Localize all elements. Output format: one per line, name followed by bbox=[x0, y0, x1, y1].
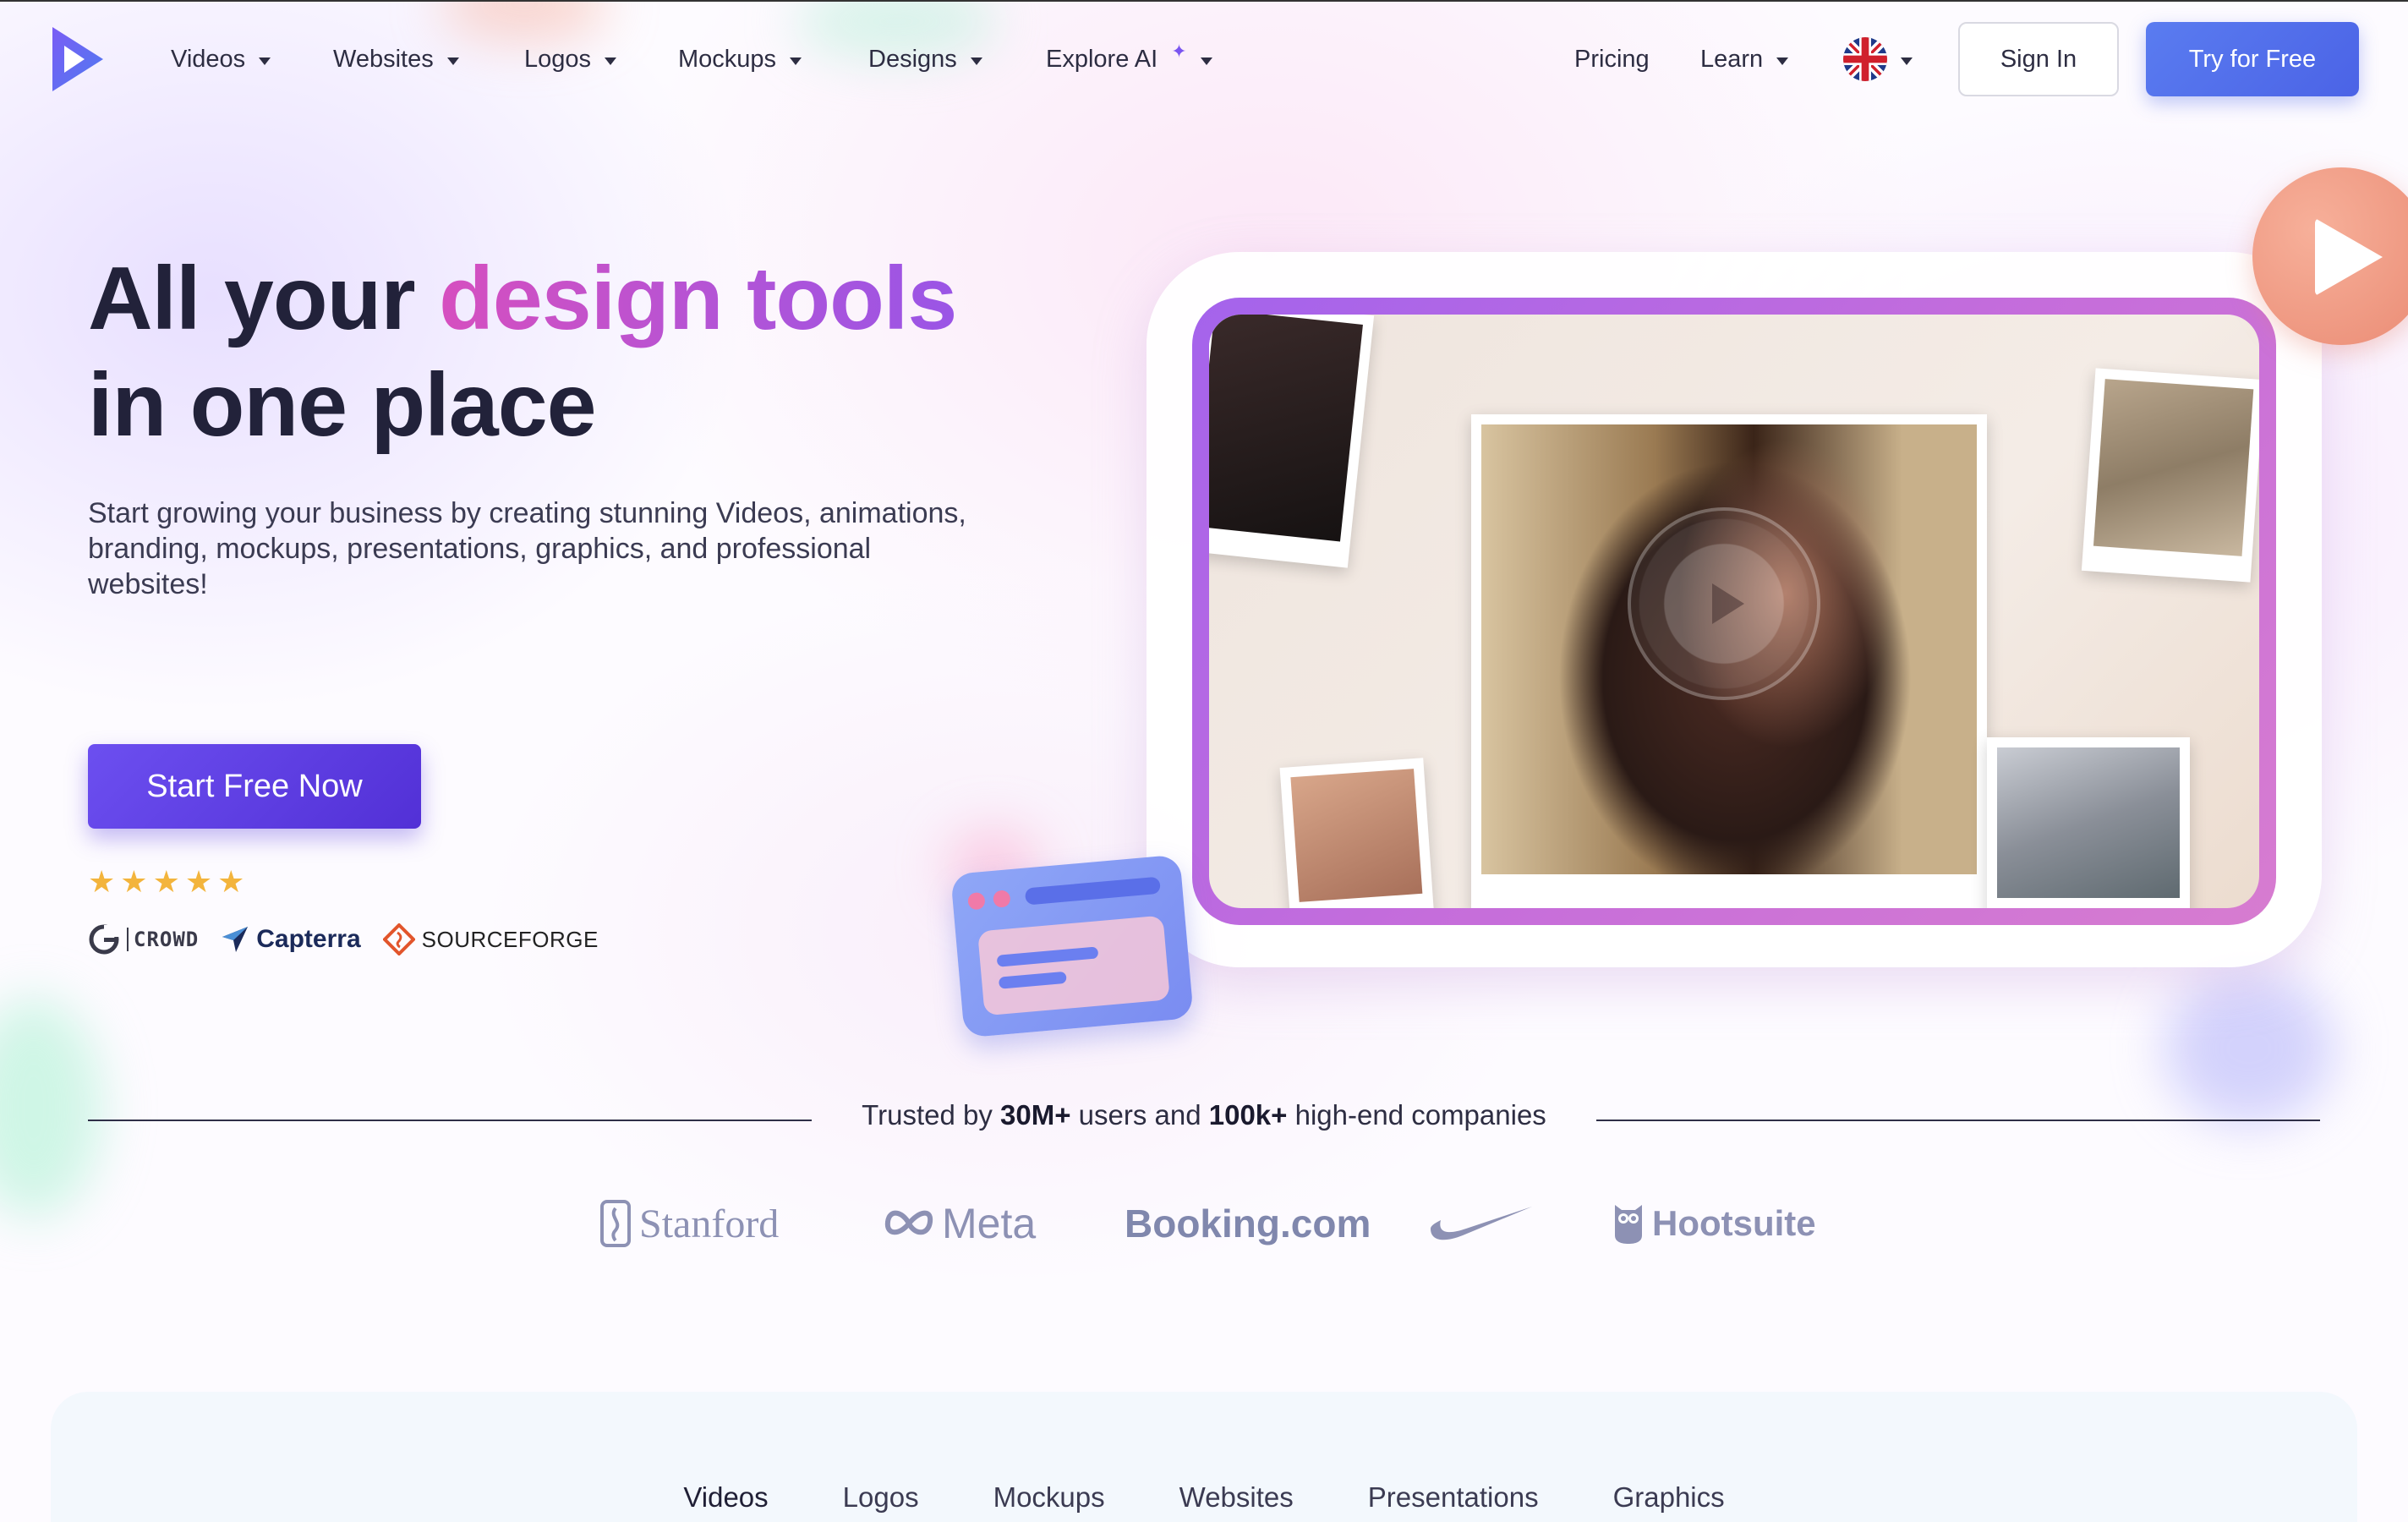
uk-flag-icon bbox=[1843, 37, 1887, 81]
nav-videos[interactable]: Videos bbox=[171, 41, 271, 78]
nav-learn[interactable]: Learn bbox=[1700, 41, 1789, 78]
trusted-by-text: Trusted by 30M+ users and 100k+ high-end… bbox=[862, 1099, 1546, 1131]
video-preview-frame bbox=[1192, 298, 2276, 925]
star-icon: ★ bbox=[120, 864, 148, 899]
tab-logos[interactable]: Logos bbox=[843, 1481, 919, 1522]
g2-logo-icon bbox=[89, 924, 119, 955]
chevron-down-icon bbox=[446, 57, 459, 65]
language-selector[interactable] bbox=[1843, 37, 1913, 81]
nav-mockups[interactable]: Mockups bbox=[678, 41, 802, 78]
tab-mockups[interactable]: Mockups bbox=[993, 1481, 1105, 1522]
nav-designs[interactable]: Designs bbox=[868, 41, 982, 78]
sourceforge-badge[interactable]: SOURCEFORGE bbox=[382, 923, 599, 955]
chevron-down-icon bbox=[970, 57, 982, 65]
hero-title-highlight: design tools bbox=[439, 249, 957, 348]
tab-graphics[interactable]: Graphics bbox=[1613, 1481, 1725, 1522]
sparkle-icon: ✦ bbox=[1171, 41, 1187, 62]
meta-logo: Meta bbox=[883, 1194, 1036, 1253]
star-icon: ★ bbox=[88, 864, 116, 899]
chevron-down-icon bbox=[605, 57, 617, 65]
nav-websites[interactable]: Websites bbox=[333, 41, 459, 78]
divider-right bbox=[1596, 1120, 2320, 1121]
try-for-free-button[interactable]: Try for Free bbox=[2146, 22, 2359, 96]
sourceforge-logo-icon bbox=[382, 923, 415, 955]
booking-logo: Booking.com bbox=[1125, 1202, 1371, 1246]
product-tabs: Videos Logos Mockups Websites Presentati… bbox=[0, 1481, 2408, 1522]
brand-logo-icon[interactable] bbox=[47, 24, 107, 95]
decorative-window-icon bbox=[950, 854, 1194, 1038]
nike-swoosh-logo bbox=[1429, 1194, 1534, 1253]
star-icon: ★ bbox=[184, 864, 213, 899]
nav-logos[interactable]: Logos bbox=[524, 41, 617, 78]
chevron-down-icon bbox=[1901, 57, 1913, 65]
photo-thumbnail bbox=[1987, 737, 2190, 908]
star-icon: ★ bbox=[152, 864, 180, 899]
top-navigation: Videos Websites Logos Mockups Designs Ex… bbox=[0, 0, 2408, 118]
star-icon: ★ bbox=[217, 864, 245, 899]
hootsuite-owl-icon bbox=[1615, 1205, 1642, 1244]
photo-thumbnail bbox=[2081, 368, 2259, 583]
chevron-down-icon bbox=[790, 57, 802, 65]
nav-pricing[interactable]: Pricing bbox=[1574, 41, 1650, 78]
divider-left bbox=[88, 1120, 812, 1121]
photo-thumbnail bbox=[1279, 758, 1435, 908]
meta-infinity-icon bbox=[884, 1210, 933, 1235]
g2-crowd-badge[interactable]: CROWD bbox=[88, 923, 199, 955]
review-badges: CROWD Capterra SOURCEFORGE bbox=[88, 920, 599, 959]
capterra-logo-icon bbox=[222, 927, 249, 952]
photo-thumbnail bbox=[1209, 315, 1375, 568]
video-play-button[interactable] bbox=[1628, 507, 1820, 700]
nav-explore-ai[interactable]: Explore AI ✦ bbox=[1046, 41, 1212, 78]
video-preview[interactable] bbox=[1209, 315, 2259, 908]
hootsuite-logo: Hootsuite bbox=[1612, 1194, 1816, 1253]
hero-subtitle: Start growing your business by creating … bbox=[88, 497, 966, 600]
tab-presentations[interactable]: Presentations bbox=[1368, 1481, 1539, 1522]
start-free-now-button[interactable]: Start Free Now bbox=[88, 744, 421, 829]
stanford-tree-icon bbox=[600, 1200, 631, 1247]
hero-title: All your design tools in one place bbox=[88, 249, 957, 455]
rating-stars: ★ ★ ★ ★ ★ bbox=[88, 864, 244, 900]
chevron-down-icon bbox=[1200, 57, 1212, 65]
tab-videos[interactable]: Videos bbox=[683, 1481, 768, 1522]
tab-websites[interactable]: Websites bbox=[1179, 1481, 1294, 1522]
chevron-down-icon bbox=[259, 57, 271, 65]
sign-in-button[interactable]: Sign In bbox=[1958, 22, 2119, 96]
company-logos: Stanford Meta Booking.com Hootsuite bbox=[0, 1194, 2408, 1253]
capterra-badge[interactable]: Capterra bbox=[221, 925, 361, 954]
chevron-down-icon bbox=[1776, 57, 1789, 65]
stanford-logo: Stanford bbox=[600, 1194, 779, 1253]
play-icon bbox=[1712, 583, 1744, 624]
